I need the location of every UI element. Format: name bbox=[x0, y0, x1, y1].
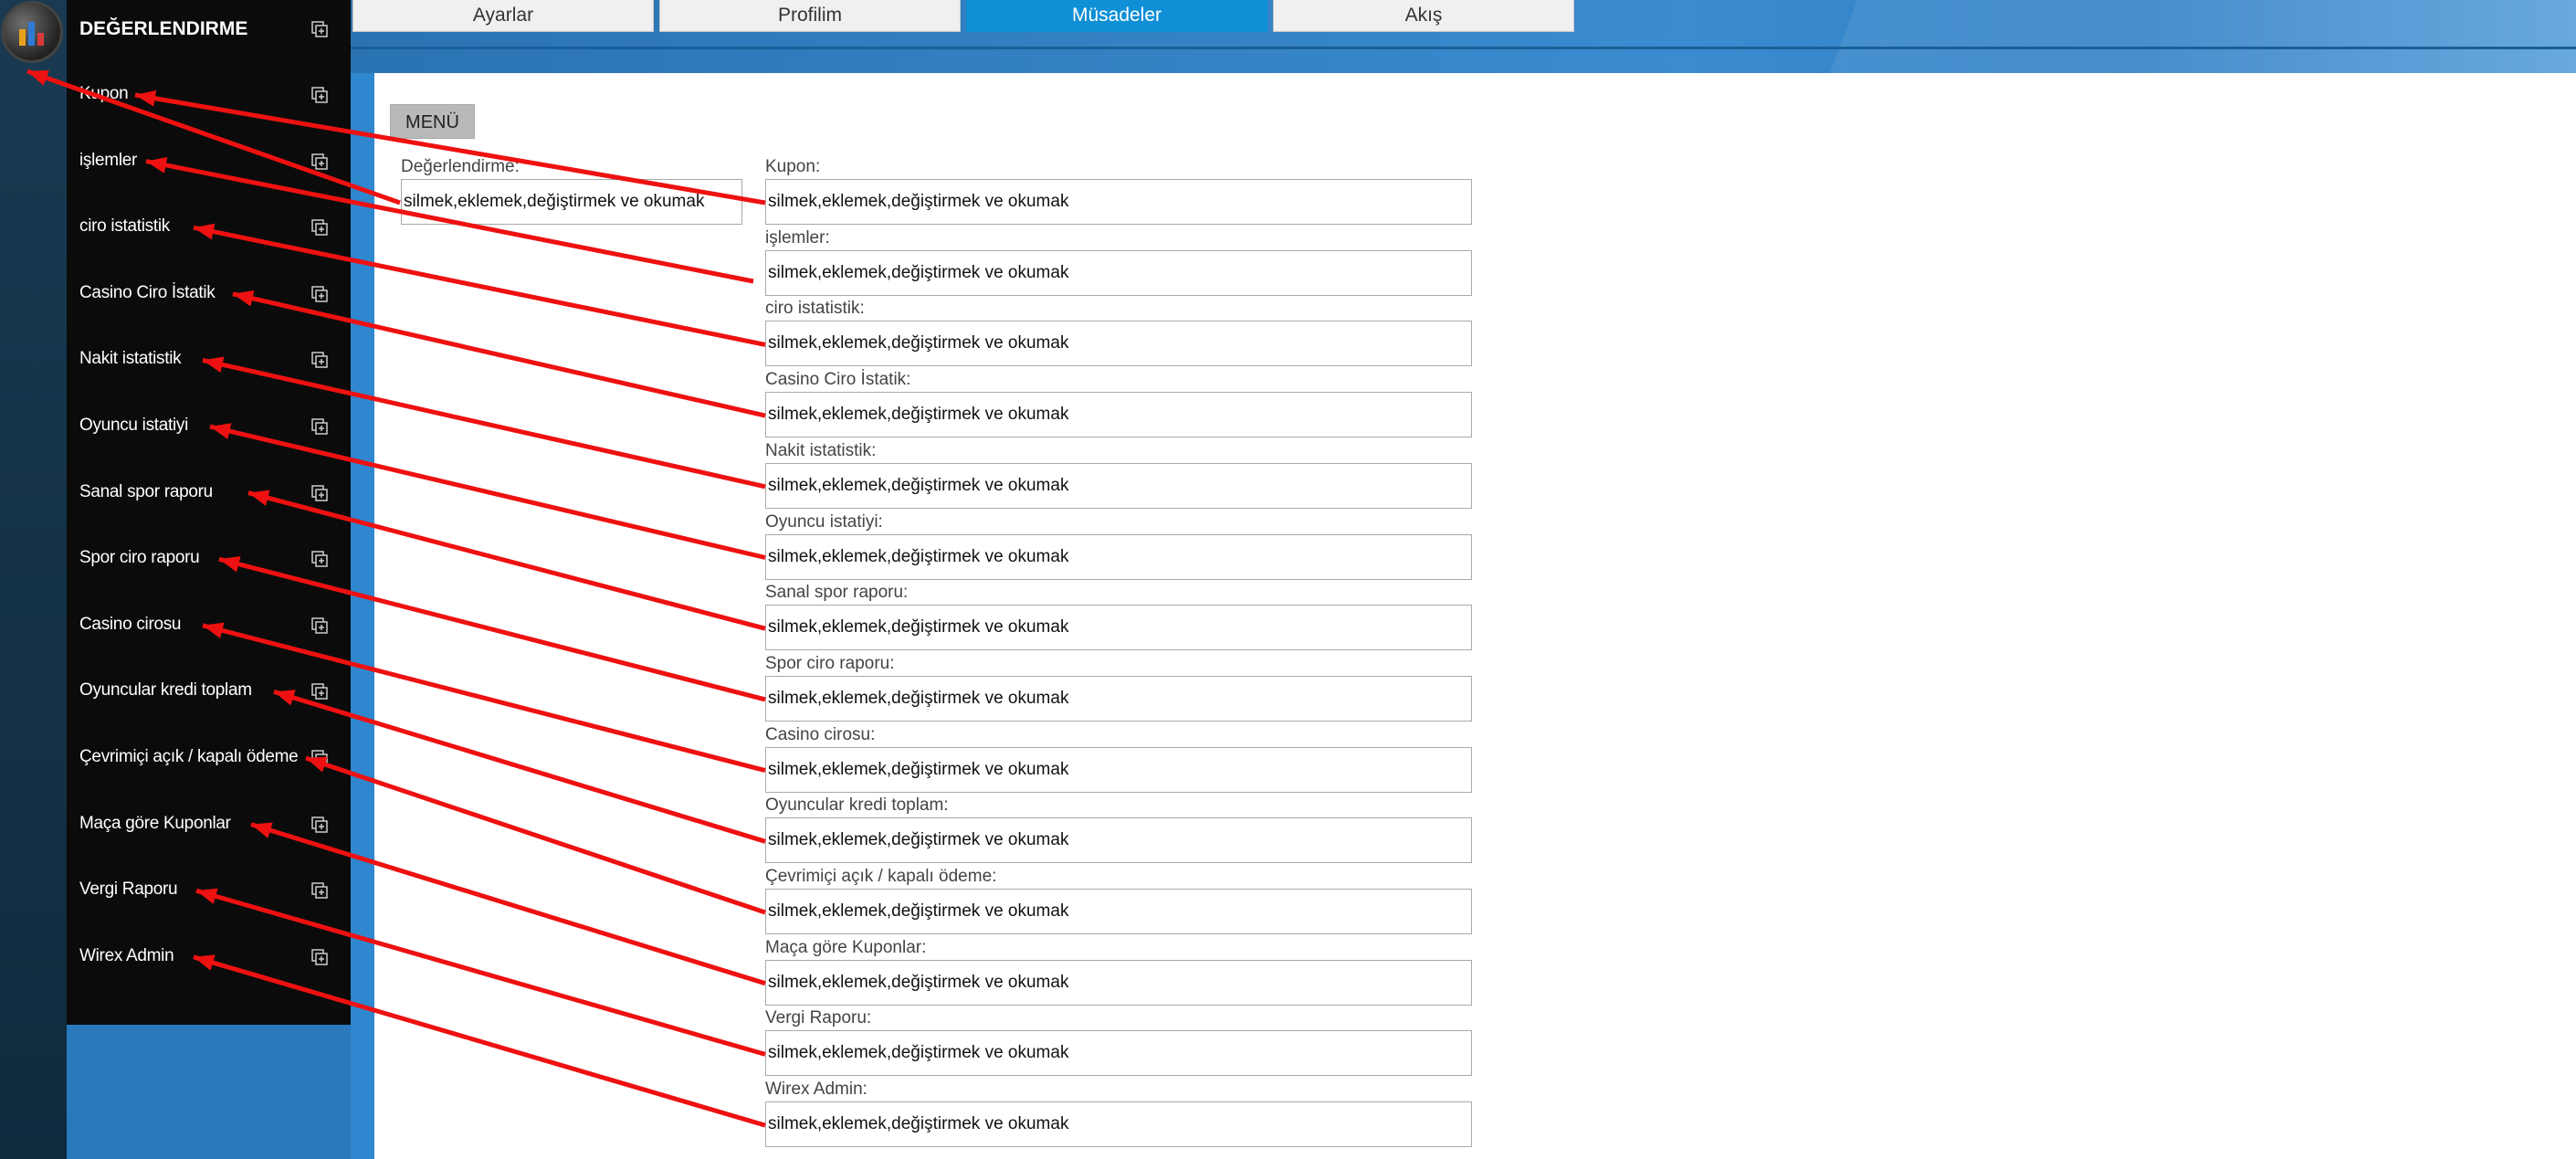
sidebar-item-label: Wirex Admin bbox=[79, 945, 174, 965]
expand-square-icon[interactable] bbox=[310, 417, 329, 436]
sidebar-item[interactable]: Kupon bbox=[67, 66, 351, 132]
expand-square-icon[interactable] bbox=[310, 351, 329, 369]
field-input[interactable]: silmek,eklemek,değiştirmek ve okumak bbox=[765, 462, 1472, 509]
expand-square-icon[interactable] bbox=[310, 285, 329, 303]
field-input[interactable]: silmek,eklemek,değiştirmek ve okumak bbox=[765, 321, 1472, 367]
sidebar-title: DEĞERLENDIRME bbox=[79, 18, 248, 39]
field-input[interactable]: silmek,eklemek,değiştirmek ve okumak bbox=[765, 179, 1472, 225]
sidebar-item-label: Çevrimiçi açık / kapalı ödeme bbox=[79, 747, 299, 766]
header-divider bbox=[351, 47, 2576, 49]
sidebar-item[interactable]: Sanal spor raporu bbox=[67, 464, 351, 530]
field-label: Çevrimiçi açık / kapalı ödeme: bbox=[765, 867, 997, 886]
field-input[interactable]: silmek,eklemek,değiştirmek ve okumak bbox=[765, 1101, 1472, 1148]
sidebar-item-label: Kupon bbox=[79, 84, 129, 103]
field-input[interactable]: silmek,eklemek,değiştirmek ve okumak bbox=[765, 959, 1472, 1006]
sidebar-item-label: Nakit istatistik bbox=[79, 349, 182, 369]
sidebar-item-label: Casino Ciro İstatik bbox=[79, 282, 216, 302]
field-input[interactable]: silmek,eklemek,değiştirmek ve okumak bbox=[765, 746, 1472, 793]
sidebar-item[interactable]: Vergi Raporu bbox=[67, 861, 351, 927]
sidebar-item[interactable]: ciro istatistik bbox=[67, 198, 351, 264]
tab[interactable]: Profilim bbox=[659, 0, 961, 32]
field-label: ciro istatistik: bbox=[765, 299, 865, 319]
field-label: Casino Ciro İstatik: bbox=[765, 370, 911, 390]
menu-button[interactable]: MENÜ bbox=[390, 104, 475, 139]
field-label: Spor ciro raporu: bbox=[765, 653, 895, 673]
sidebar-header[interactable]: DEĞERLENDIRME bbox=[67, 0, 351, 66]
sidebar-item-label: Vergi Raporu bbox=[79, 880, 178, 900]
field-input[interactable]: silmek,eklemek,değiştirmek ve okumak bbox=[765, 889, 1472, 934]
field-input[interactable]: silmek,eklemek,değiştirmek ve okumak bbox=[765, 675, 1472, 722]
left-rail bbox=[0, 0, 67, 1159]
expand-square-icon[interactable] bbox=[310, 682, 329, 701]
field-input[interactable]: silmek,eklemek,değiştirmek ve okumak bbox=[765, 1030, 1472, 1077]
expand-square-icon[interactable] bbox=[310, 616, 329, 635]
sidebar-item[interactable]: Oyuncular kredi toplam bbox=[67, 662, 351, 728]
tab[interactable]: Müsadeler bbox=[966, 0, 1267, 32]
field-input[interactable]: silmek,eklemek,değiştirmek ve okumak bbox=[765, 533, 1472, 580]
field-label: Kupon: bbox=[765, 157, 821, 176]
expand-square-icon[interactable] bbox=[310, 749, 329, 767]
expand-square-icon[interactable] bbox=[310, 218, 329, 237]
field-label: Sanal spor raporu: bbox=[765, 583, 909, 603]
field-input[interactable]: silmek,eklemek,değiştirmek ve okumak bbox=[765, 817, 1472, 864]
field-label: Oyuncu istatiyi: bbox=[765, 511, 883, 532]
sidebar-item[interactable]: Casino Ciro İstatik bbox=[67, 265, 351, 331]
sidebar-item[interactable]: Wirex Admin bbox=[67, 928, 351, 994]
sidebar-item-label: Maça göre Kuponlar bbox=[79, 813, 231, 833]
expand-square-icon[interactable] bbox=[310, 948, 329, 966]
main-field-input[interactable]: silmek,eklemek,değiştirmek ve okumak bbox=[401, 179, 742, 225]
sidebar-item[interactable]: Nakit istatistik bbox=[67, 331, 351, 396]
sidebar-item[interactable]: Oyuncu istatiyi bbox=[67, 397, 351, 463]
sidebar-item-label: Sanal spor raporu bbox=[79, 481, 213, 501]
sidebar-item-label: Oyuncu istatiyi bbox=[79, 416, 189, 435]
expand-square-icon[interactable] bbox=[310, 881, 329, 900]
content-left-strip bbox=[351, 73, 374, 1159]
sidebar-item-label: işlemler bbox=[79, 150, 138, 170]
expand-square-icon[interactable] bbox=[310, 550, 329, 568]
field-label: Oyuncular kredi toplam: bbox=[765, 795, 949, 816]
tab[interactable]: Akış bbox=[1273, 0, 1574, 32]
tab[interactable]: Ayarlar bbox=[352, 0, 654, 32]
expand-square-icon[interactable] bbox=[310, 86, 329, 104]
field-label: Casino cirosu: bbox=[765, 724, 876, 744]
field-label: Nakit istatistik: bbox=[765, 440, 877, 460]
field-input[interactable]: silmek,eklemek,değiştirmek ve okumak bbox=[765, 605, 1472, 651]
main-field-label: Değerlendirme: bbox=[401, 157, 520, 176]
sidebar-item-label: ciro istatistik bbox=[79, 216, 170, 237]
field-label: Wirex Admin: bbox=[765, 1080, 867, 1100]
expand-square-icon[interactable] bbox=[310, 816, 329, 834]
sidebar-item[interactable]: Casino cirosu bbox=[67, 596, 351, 662]
field-input[interactable]: silmek,eklemek,değiştirmek ve okumak bbox=[765, 392, 1472, 438]
field-input[interactable]: silmek,eklemek,değiştirmek ve okumak bbox=[765, 249, 1472, 296]
expand-square-icon[interactable] bbox=[310, 484, 329, 502]
field-label: Maça göre Kuponlar: bbox=[765, 937, 927, 957]
field-label: işlemler: bbox=[765, 227, 830, 248]
expand-square-icon[interactable] bbox=[310, 153, 329, 171]
sidebar-item-label: Oyuncular kredi toplam bbox=[79, 680, 252, 701]
chart-logo-icon[interactable] bbox=[4, 4, 60, 60]
expand-square-icon[interactable] bbox=[310, 20, 329, 38]
sidebar: DEĞERLENDIRME Kupon işlemler ciro istatist… bbox=[67, 0, 351, 1025]
field-label: Vergi Raporu: bbox=[765, 1008, 872, 1028]
sidebar-item[interactable]: Spor ciro raporu bbox=[67, 530, 351, 595]
sidebar-item-label: Casino cirosu bbox=[79, 614, 182, 634]
sidebar-item[interactable]: Maça göre Kuponlar bbox=[67, 795, 351, 861]
sidebar-item-label: Spor ciro raporu bbox=[79, 548, 200, 568]
sidebar-item[interactable]: işlemler bbox=[67, 132, 351, 198]
permissions-panel: MENÜ Değerlendirme: silmek,eklemek,değiş… bbox=[374, 73, 2576, 1159]
sidebar-item[interactable]: Çevrimiçi açık / kapalı ödeme bbox=[67, 729, 351, 795]
